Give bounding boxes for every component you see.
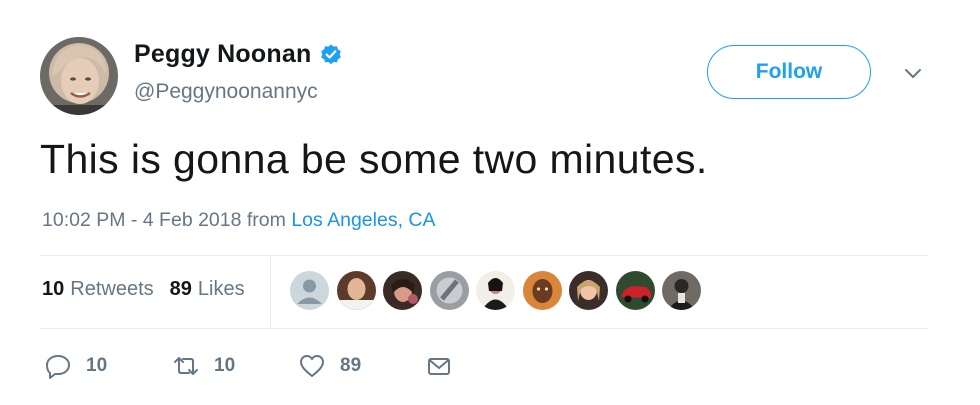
liker-avatar[interactable] xyxy=(662,271,701,310)
likes-stat[interactable]: 89 Likes xyxy=(170,278,245,301)
like-action[interactable]: 89 xyxy=(298,352,361,380)
likes-label: Likes xyxy=(197,278,245,300)
tweet-location[interactable]: Los Angeles, CA xyxy=(291,209,435,231)
display-name[interactable]: Peggy Noonan xyxy=(134,40,311,69)
retweets-count: 10 xyxy=(42,278,65,300)
tweet-card: Peggy Noonan @Peggynoonannyc Follow This… xyxy=(0,0,980,405)
retweets-stat[interactable]: 10 Retweets xyxy=(42,278,154,301)
liker-avatar[interactable] xyxy=(336,271,376,310)
liker-avatar[interactable] xyxy=(383,271,422,310)
likes-count: 89 xyxy=(169,278,192,300)
chevron-down-icon[interactable] xyxy=(902,62,924,84)
tweet-timestamp[interactable]: 10:02 PM - 4 Feb 2018 xyxy=(42,209,241,231)
follow-button[interactable]: Follow xyxy=(707,45,871,99)
verified-badge-icon xyxy=(319,43,343,67)
liker-avatar[interactable] xyxy=(290,271,329,310)
heart-icon xyxy=(298,352,326,380)
reply-count: 10 xyxy=(86,355,108,376)
tweet-metadata: 10:02 PM - 4 Feb 2018 from Los Angeles, … xyxy=(42,209,436,232)
envelope-icon xyxy=(425,352,453,380)
liker-avatar[interactable] xyxy=(522,271,562,310)
retweet-icon xyxy=(172,352,200,380)
reply-icon xyxy=(44,352,72,380)
like-count: 89 xyxy=(340,355,362,376)
liker-avatar[interactable] xyxy=(569,271,608,310)
stats-divider xyxy=(270,256,271,328)
liker-avatar[interactable] xyxy=(476,271,515,310)
name-row: Peggy Noonan xyxy=(134,40,343,69)
user-handle[interactable]: @Peggynoonannyc xyxy=(134,80,318,104)
direct-message-action[interactable] xyxy=(425,352,453,380)
retweet-action[interactable]: 10 xyxy=(172,352,235,380)
retweets-label: Retweets xyxy=(70,278,154,300)
tweet-text: This is gonna be some two minutes. xyxy=(40,136,708,182)
liker-avatar[interactable] xyxy=(429,271,469,310)
divider-bottom xyxy=(40,328,928,329)
divider-top xyxy=(40,255,928,256)
profile-avatar[interactable] xyxy=(40,37,118,115)
reply-action[interactable]: 10 xyxy=(44,352,107,380)
tweet-stats: 10 Retweets 89 Likes xyxy=(42,278,261,301)
retweet-count: 10 xyxy=(214,355,236,376)
liker-avatar[interactable] xyxy=(615,271,655,310)
from-label: from xyxy=(246,209,286,231)
liker-avatars xyxy=(290,271,709,310)
